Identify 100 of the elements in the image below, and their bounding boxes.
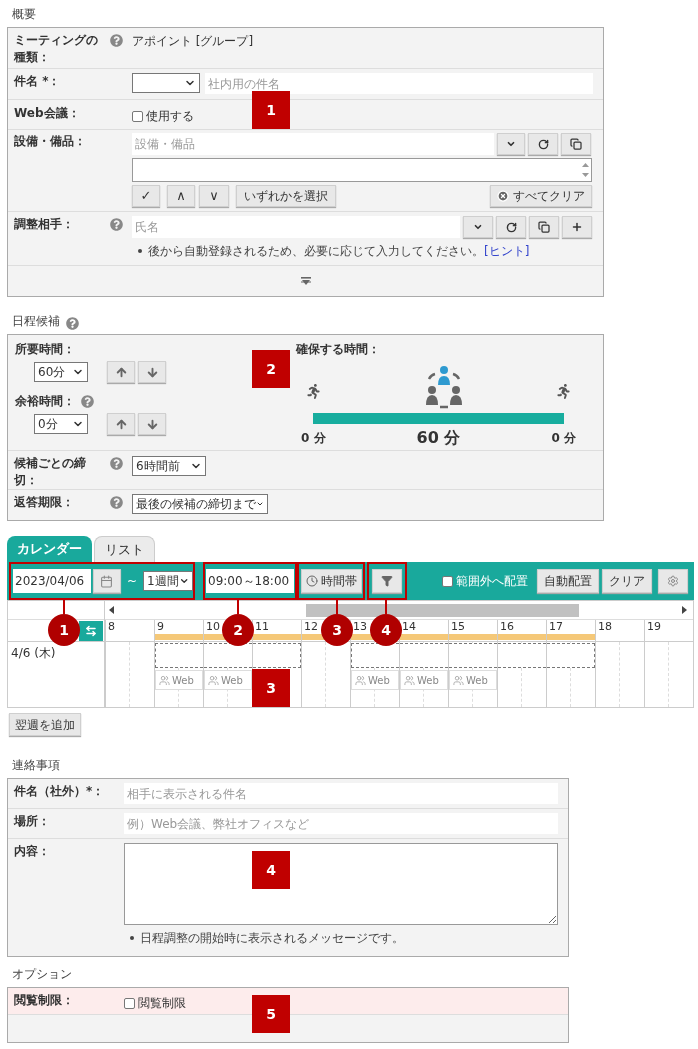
external-subject-field[interactable]: 相手に表示される件名 xyxy=(124,783,558,804)
content-field[interactable] xyxy=(124,843,558,925)
help-icon[interactable] xyxy=(81,395,94,408)
annotation-badge: 3 xyxy=(252,669,290,707)
dropdown[interactable]: 1週間 xyxy=(143,571,193,591)
section-heading: オプション xyxy=(12,966,72,983)
help-icon[interactable] xyxy=(66,317,79,330)
move-down-button[interactable] xyxy=(138,413,166,435)
expand-icon[interactable] xyxy=(300,276,311,286)
slot-label: Web xyxy=(368,673,390,688)
bullet-icon xyxy=(138,249,142,253)
help-icon[interactable] xyxy=(110,34,123,47)
slot-label: Web xyxy=(466,673,488,688)
scroll-right-icon[interactable] xyxy=(682,606,687,614)
calendar-button[interactable] xyxy=(93,569,121,593)
attendee-field[interactable]: 氏名 xyxy=(132,216,460,238)
filter-button[interactable] xyxy=(372,569,402,593)
calendar-icon xyxy=(100,574,114,588)
candidate-slot[interactable] xyxy=(449,643,497,668)
candidate-slot[interactable] xyxy=(253,643,301,668)
section-heading: 連絡事項 xyxy=(12,757,60,774)
runner-icon xyxy=(556,383,571,399)
section-heading: 概要 xyxy=(12,6,36,23)
help-icon[interactable] xyxy=(110,218,123,231)
range-separator: ~ xyxy=(126,573,137,590)
field-label: 内容： xyxy=(14,843,51,860)
candidate-slot[interactable] xyxy=(155,643,203,668)
arrow-up-icon xyxy=(114,365,128,379)
subject-field[interactable]: 社内用の件名 xyxy=(205,73,593,94)
select-any-button[interactable]: いずれかを選択 xyxy=(236,185,336,207)
refresh-icon xyxy=(505,221,517,233)
copy-button[interactable] xyxy=(561,133,591,155)
people-icon xyxy=(355,674,366,686)
dropdown[interactable]: 最後の候補の締切まで xyxy=(132,494,268,514)
candidate-slot[interactable] xyxy=(204,643,252,668)
section-heading: 日程候補 xyxy=(12,313,60,330)
web-slot[interactable]: Web xyxy=(155,670,203,690)
auto-place-button[interactable]: 自動配置 xyxy=(537,569,599,593)
equipment-field[interactable]: 設備・備品 xyxy=(132,133,494,155)
hour-label: 14 xyxy=(401,620,416,633)
date-field[interactable]: 2023/04/06 xyxy=(13,569,91,593)
move-down-button[interactable] xyxy=(138,361,166,383)
add-next-week-button[interactable]: 翌週を追加 xyxy=(9,713,81,736)
hint-link[interactable]: [ヒント] xyxy=(484,244,530,258)
move-up-button[interactable] xyxy=(107,413,135,435)
candidate-slot[interactable] xyxy=(351,643,399,668)
move-down-button[interactable]: ∨ xyxy=(199,185,229,207)
copy-icon xyxy=(538,221,550,233)
hour-label: 16 xyxy=(499,620,514,633)
add-button[interactable] xyxy=(562,216,592,238)
copy-button[interactable] xyxy=(529,216,559,238)
checkbox-label: 範囲外へ配置 xyxy=(456,573,528,590)
scroll-left-icon[interactable] xyxy=(109,606,114,614)
field-label: 場所： xyxy=(14,813,51,830)
hour-label: 17 xyxy=(548,620,563,633)
field-label: 件名（社外）*： xyxy=(14,783,106,800)
dropdown[interactable]: 60分 xyxy=(34,362,88,382)
bullet-icon xyxy=(130,936,134,940)
checkbox[interactable] xyxy=(442,575,453,587)
move-up-button[interactable]: ∧ xyxy=(167,185,195,207)
dropdown[interactable]: 6時間前 xyxy=(132,456,206,476)
swap-icon xyxy=(85,624,97,637)
slot-label: Web xyxy=(221,673,243,688)
help-icon[interactable] xyxy=(110,496,123,509)
help-icon[interactable] xyxy=(110,457,123,470)
move-up-button[interactable] xyxy=(107,361,135,383)
clear-button[interactable]: クリア xyxy=(602,569,652,593)
dropdown[interactable]: 0分 xyxy=(34,414,88,434)
field-label: 候補ごとの締切： xyxy=(14,455,87,489)
candidate-slot[interactable] xyxy=(498,643,546,668)
candidate-slot[interactable] xyxy=(400,643,448,668)
web-slot[interactable]: Web xyxy=(400,670,448,690)
tab[interactable]: リスト xyxy=(94,536,155,562)
hour-label: 13 xyxy=(352,620,367,633)
check-button[interactable]: ✓ xyxy=(132,185,160,207)
field-label: 設備・備品： xyxy=(14,133,87,150)
swap-button[interactable] xyxy=(79,620,103,641)
time-slot-button[interactable]: 時間帯 xyxy=(300,569,362,593)
hour-label: 10 xyxy=(205,620,220,633)
before-minutes: 0 分 xyxy=(301,430,326,447)
people-icon xyxy=(208,674,219,686)
candidate-slot[interactable] xyxy=(547,643,595,668)
dropdown[interactable] xyxy=(132,73,200,93)
settings-button[interactable] xyxy=(658,569,688,593)
scrollbar-thumb[interactable] xyxy=(306,603,579,617)
clear-all-button[interactable]: すべてクリア xyxy=(490,185,592,207)
place-field[interactable]: 例）Web会議、弊社オフィスなど xyxy=(124,813,558,834)
checkbox[interactable] xyxy=(124,997,135,1009)
checkbox-label: 閲覧制限 xyxy=(138,995,186,1012)
field-label: 返答期限： xyxy=(14,494,75,511)
refresh-button[interactable] xyxy=(496,216,526,238)
checkbox[interactable] xyxy=(132,110,143,122)
field-label: 確保する時間： xyxy=(296,341,381,358)
web-slot[interactable]: Web xyxy=(351,670,399,690)
refresh-button[interactable] xyxy=(528,133,558,155)
hour-label: 15 xyxy=(450,620,465,633)
web-slot[interactable]: Web xyxy=(204,670,252,690)
web-slot[interactable]: Web xyxy=(449,670,497,690)
time-range-field[interactable]: 09:00～18:00 xyxy=(206,569,294,593)
meeting-minutes: 60 分 xyxy=(416,427,461,449)
